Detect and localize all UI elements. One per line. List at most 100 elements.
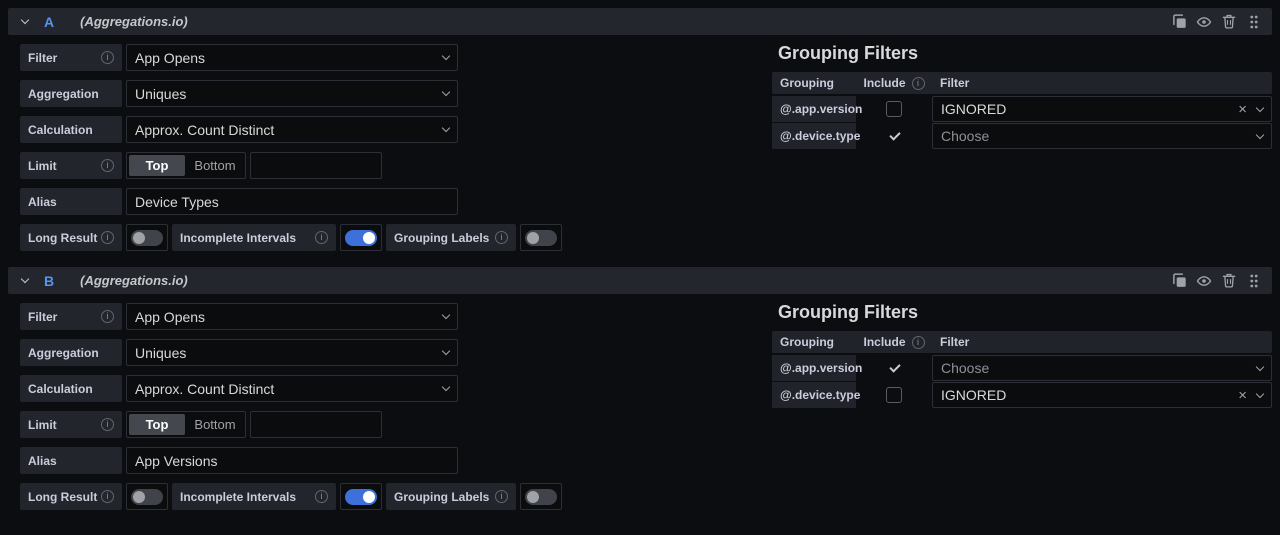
grouping-filters-title: Grouping Filters (772, 302, 1272, 322)
collapse-query-button[interactable] (14, 8, 36, 35)
filter-select[interactable]: App Opens (126, 44, 458, 71)
chevron-down-icon (442, 124, 450, 132)
long-result-toggle[interactable] (126, 224, 168, 251)
alias-row: Alias (20, 447, 1272, 474)
info-icon[interactable] (101, 231, 114, 244)
incomplete-intervals-label: Incomplete Intervals (172, 224, 336, 251)
grouping-filter-select[interactable]: IGNORED (932, 382, 1272, 408)
info-icon[interactable] (101, 418, 114, 431)
drag-handle[interactable] (1246, 273, 1262, 289)
chevron-down-icon (1256, 103, 1264, 111)
column-header-include: Include (856, 335, 932, 349)
grouping-filters-header: Grouping Include Filter (772, 72, 1272, 94)
toggles-row: Long Result Incomplete Intervals Groupin… (20, 483, 1272, 510)
alias-input[interactable] (126, 188, 458, 215)
copy-icon (1172, 14, 1187, 29)
info-icon[interactable] (315, 231, 328, 244)
grouping-filter-row: @.device.type IGNORED (772, 382, 1272, 408)
limit-top-option[interactable]: Top (129, 155, 185, 176)
toggle-switch (131, 230, 163, 246)
hide-query-button[interactable] (1196, 14, 1212, 30)
grouping-name: @.app.version (772, 96, 856, 122)
chevron-down-icon (442, 383, 450, 391)
limit-value-input[interactable] (250, 152, 382, 179)
column-header-grouping: Grouping (772, 335, 856, 349)
alias-input[interactable] (126, 447, 458, 474)
grouping-labels-toggle[interactable] (520, 224, 562, 251)
include-checkbox[interactable] (886, 101, 902, 117)
query-toolbar (1171, 273, 1262, 289)
column-header-filter: Filter (932, 335, 1272, 349)
info-icon[interactable] (101, 310, 114, 323)
aggregation-label: Aggregation (20, 339, 122, 366)
grouping-filter-row: @.app.version Choose (772, 355, 1272, 381)
info-icon[interactable] (101, 159, 114, 172)
grouping-labels-toggle[interactable] (520, 483, 562, 510)
include-checkbox[interactable] (886, 128, 902, 144)
query-editor-row-a: A (Aggregations.io) Filter App Opens Agg… (8, 8, 1272, 267)
toggle-switch (525, 230, 557, 246)
delete-query-button[interactable] (1221, 14, 1237, 30)
incomplete-intervals-toggle[interactable] (340, 224, 382, 251)
limit-top-option[interactable]: Top (129, 414, 185, 435)
aggregation-select[interactable]: Uniques (126, 339, 458, 366)
aggregation-label: Aggregation (20, 80, 122, 107)
grouping-filters-panel: Grouping Filters Grouping Include Filter… (772, 43, 1272, 150)
grouping-filters-header: Grouping Include Filter (772, 331, 1272, 353)
grouping-filter-row: @.app.version IGNORED (772, 96, 1272, 122)
grouping-filter-select[interactable]: Choose (932, 123, 1272, 149)
grouping-filter-select[interactable]: IGNORED (932, 96, 1272, 122)
duplicate-query-button[interactable] (1171, 273, 1187, 289)
incomplete-intervals-label: Incomplete Intervals (172, 483, 336, 510)
hide-query-button[interactable] (1196, 273, 1212, 289)
info-icon[interactable] (101, 490, 114, 503)
info-icon[interactable] (495, 490, 508, 503)
calculation-label: Calculation (20, 375, 122, 402)
limit-bottom-option[interactable]: Bottom (187, 155, 243, 176)
calculation-select[interactable]: Approx. Count Distinct (126, 375, 458, 402)
query-ref-id: B (44, 273, 54, 289)
limit-bottom-option[interactable]: Bottom (187, 414, 243, 435)
copy-icon (1172, 273, 1187, 288)
delete-query-button[interactable] (1221, 273, 1237, 289)
grouping-labels-label: Grouping Labels (386, 483, 516, 510)
column-header-include: Include (856, 76, 932, 90)
alias-label: Alias (20, 447, 122, 474)
info-icon[interactable] (495, 231, 508, 244)
info-icon[interactable] (315, 490, 328, 503)
alias-row: Alias (20, 188, 1272, 215)
incomplete-intervals-toggle[interactable] (340, 483, 382, 510)
duplicate-query-button[interactable] (1171, 14, 1187, 30)
column-header-grouping: Grouping (772, 76, 856, 90)
grouping-name: @.device.type (772, 123, 856, 149)
calculation-select[interactable]: Approx. Count Distinct (126, 116, 458, 143)
drag-handle[interactable] (1246, 14, 1262, 30)
limit-value-input[interactable] (250, 411, 382, 438)
include-checkbox[interactable] (886, 360, 902, 376)
drag-dots-icon (1249, 14, 1259, 30)
filter-select[interactable]: App Opens (126, 303, 458, 330)
query-body: Filter App Opens Aggregation Uniques Cal… (8, 294, 1272, 526)
grouping-name: @.app.version (772, 355, 856, 381)
clear-icon[interactable] (1238, 102, 1247, 117)
eye-icon (1196, 273, 1212, 289)
info-icon[interactable] (101, 51, 114, 64)
long-result-label: Long Result (20, 483, 122, 510)
datasource-name: (Aggregations.io) (80, 14, 188, 29)
query-body: Filter App Opens Aggregation Uniques Cal… (8, 35, 1272, 267)
info-icon[interactable] (912, 336, 925, 349)
long-result-toggle[interactable] (126, 483, 168, 510)
limit-label: Limit (20, 152, 122, 179)
chevron-down-icon (1256, 362, 1264, 370)
clear-icon[interactable] (1238, 388, 1247, 403)
include-checkbox[interactable] (886, 387, 902, 403)
aggregation-select[interactable]: Uniques (126, 80, 458, 107)
filter-label: Filter (20, 303, 122, 330)
trash-icon (1222, 14, 1236, 29)
toggles-row: Long Result Incomplete Intervals Groupin… (20, 224, 1272, 251)
limit-row: Limit Top Bottom (20, 411, 1272, 438)
limit-row: Limit Top Bottom (20, 152, 1272, 179)
grouping-filter-select[interactable]: Choose (932, 355, 1272, 381)
info-icon[interactable] (912, 77, 925, 90)
collapse-query-button[interactable] (14, 267, 36, 294)
